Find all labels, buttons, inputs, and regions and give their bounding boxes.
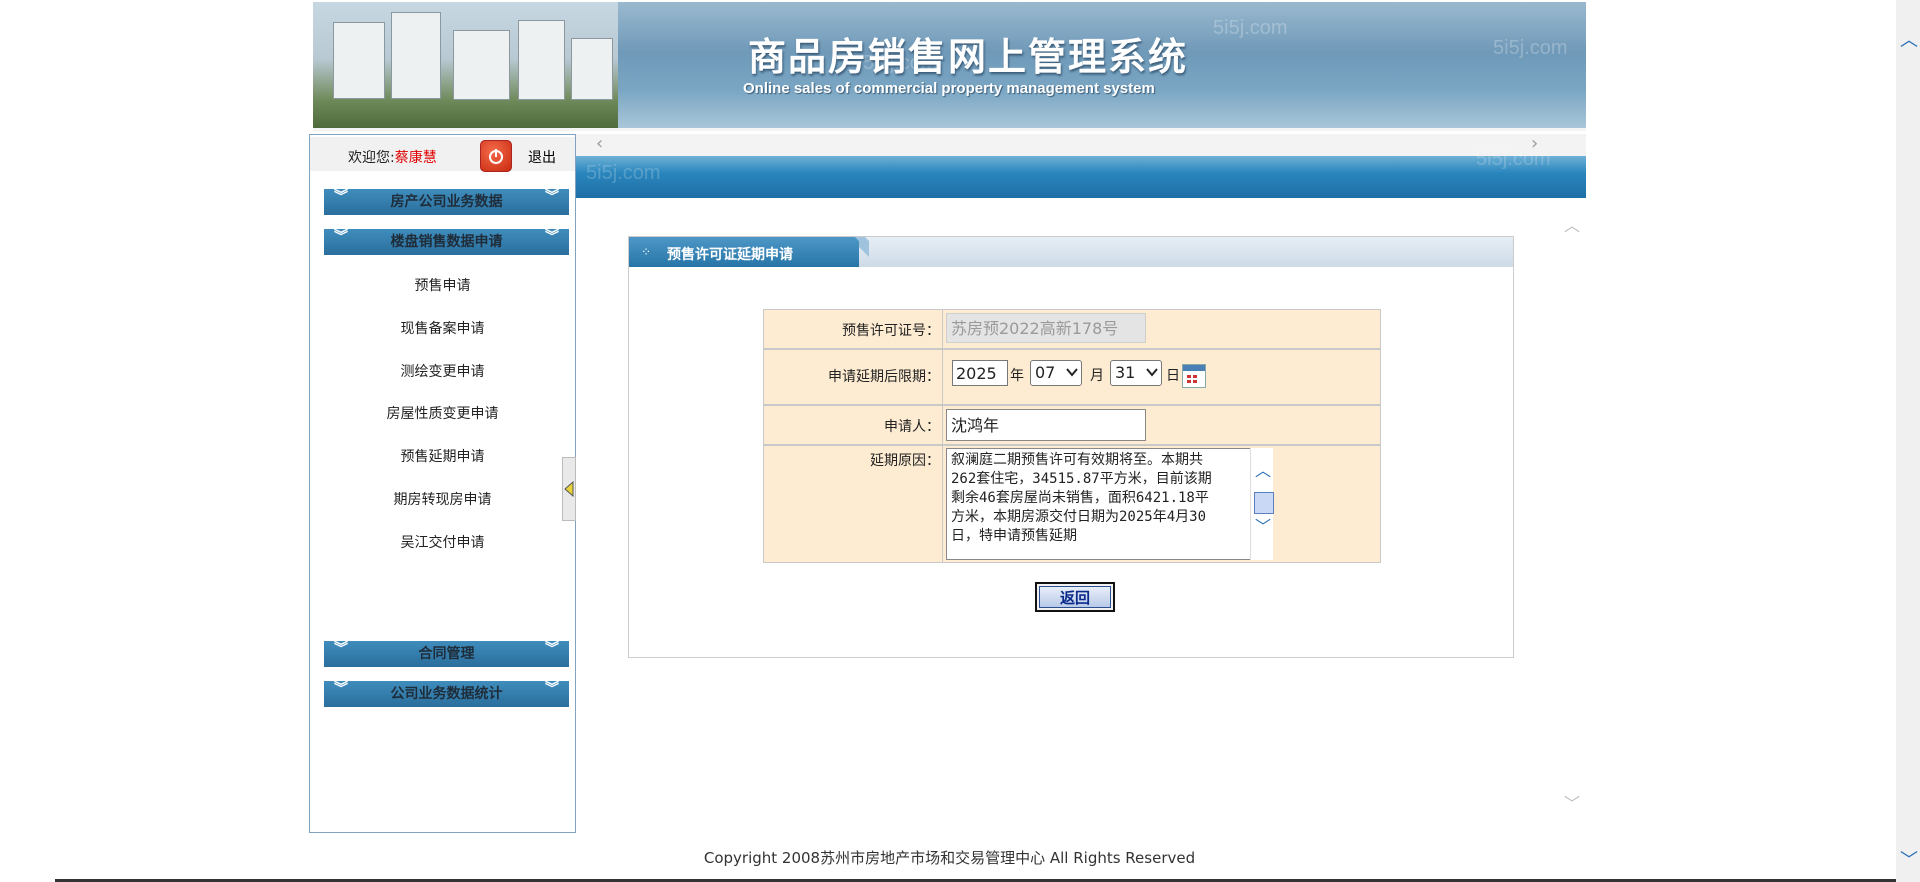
section-label: 楼盘销售数据申请 <box>390 234 503 250</box>
back-button-label: 返回 <box>1039 586 1111 608</box>
sidebar-collapse-handle[interactable] <box>562 457 576 521</box>
panel-header: ⁘ 预售许可证延期申请 <box>629 237 1513 267</box>
row-divider <box>942 310 943 348</box>
row-divider <box>942 406 943 444</box>
scroll-down-icon[interactable]: ﹀ <box>1900 846 1918 872</box>
collapse-arrow-icon <box>564 481 574 497</box>
scroll-up-icon[interactable]: ︿ <box>1900 26 1918 52</box>
user-name: 蔡康慧 <box>394 150 437 166</box>
menu-item-spot-sale[interactable]: 现售备案申请 <box>310 318 575 338</box>
section-label: 公司业务数据统计 <box>390 686 503 702</box>
month-unit: 月 <box>1090 368 1104 384</box>
menu-item-survey-change[interactable]: 测绘变更申请 <box>310 361 575 381</box>
system-title: 商品房销售网上管理系统 <box>748 34 1189 79</box>
row-divider <box>942 350 943 404</box>
calendar-header <box>1183 365 1205 371</box>
applicant-row: 申请人： 沈鸿年 <box>763 405 1381 445</box>
welcome-label: 欢迎您: <box>348 150 395 166</box>
reason-row: 延期原因： 叙澜庭二期预售许可有效期将至。本期共262套住宅，34515.87平… <box>763 445 1381 563</box>
year-unit: 年 <box>1010 368 1024 384</box>
reason-textarea[interactable]: 叙澜庭二期预售许可有效期将至。本期共262套住宅，34515.87平方米，目前该… <box>946 448 1252 560</box>
sidebar: 欢迎您:蔡康慧 退出 ︾ 房产公司业务数据 ︾ ︾ 楼盘销售数据申请 ︾ 预售申… <box>309 134 576 833</box>
menu-item-presale-extension[interactable]: 预售延期申请 <box>310 446 575 466</box>
permit-row: 预售许可证号： 苏房预2022高新178号 <box>763 309 1381 349</box>
deadline-row: 申请延期后限期： 2025 年 07 月 31 日 <box>763 349 1381 405</box>
scroll-up-icon[interactable]: ︿ <box>1564 212 1580 236</box>
calendar-cell <box>1187 380 1191 383</box>
day-unit: 日 <box>1166 368 1180 384</box>
applicant-label: 申请人： <box>884 419 940 435</box>
logout-link[interactable]: 退出 <box>528 147 556 167</box>
tab-bar: ‹ › <box>576 134 1586 157</box>
tab-scroll-left-icon[interactable]: ‹ <box>596 135 603 153</box>
footer-copyright: Copyright 2008苏州市房地产市场和交易管理中心 All Rights… <box>703 849 1196 867</box>
scroll-up-icon[interactable]: ︿ <box>1255 463 1271 479</box>
double-chevron-icon: ︾ <box>334 641 348 657</box>
watermark: 5i5j.com <box>586 162 661 184</box>
extension-application-panel: ⁘ 预售许可证延期申请 预售许可证号： 苏房预2022高新178号 申请延期后限… <box>628 236 1514 658</box>
main-area: ‹ › 5i5j.com 5i5j.com ⁘ 预售许可证延期申请 预售许可证号… <box>576 134 1586 831</box>
deadline-label: 申请延期后限期： <box>828 369 940 385</box>
double-chevron-icon: ︾ <box>545 229 559 245</box>
back-button[interactable]: 返回 <box>1035 582 1115 612</box>
scroll-thumb[interactable] <box>1254 492 1274 514</box>
year-input[interactable]: 2025 <box>952 360 1008 386</box>
calendar-cell <box>1187 375 1191 378</box>
double-chevron-icon: ︾ <box>334 229 348 245</box>
page-scrollbar[interactable]: ︿ ﹀ <box>1896 0 1920 882</box>
reason-label: 延期原因： <box>870 453 940 469</box>
section-label: 房产公司业务数据 <box>390 194 503 210</box>
menu-item-wujiang-delivery[interactable]: 吴江交付申请 <box>310 532 575 552</box>
permit-label: 预售许可证号： <box>842 323 940 339</box>
panel-title: 预售许可证延期申请 <box>667 247 793 263</box>
month-select[interactable]: 07 <box>1030 360 1082 386</box>
welcome-text: 欢迎您:蔡康慧 <box>348 147 437 167</box>
double-chevron-icon: ︾ <box>334 189 348 205</box>
watermark: 5i5j.com <box>1476 148 1551 170</box>
scroll-down-icon[interactable]: ﹀ <box>1255 519 1271 535</box>
row-divider <box>942 446 943 562</box>
menu-item-property-change[interactable]: 房屋性质变更申请 <box>310 403 575 423</box>
dots-icon: ⁘ <box>641 245 652 259</box>
system-subtitle: Online sales of commercial property mana… <box>743 80 1155 97</box>
section-sales-application[interactable]: ︾ 楼盘销售数据申请 ︾ <box>324 229 569 255</box>
calendar-cell <box>1193 380 1197 383</box>
power-icon[interactable] <box>480 140 512 172</box>
section-statistics[interactable]: ︾ 公司业务数据统计 ︾ <box>324 681 569 707</box>
double-chevron-icon: ︾ <box>545 189 559 205</box>
header-banner: 5i5j.com 5i5j.com 5i5j.com 商品房销售网上管理系统 O… <box>313 2 1586 131</box>
double-chevron-icon: ︾ <box>545 681 559 697</box>
day-value: 31 <box>1115 363 1136 382</box>
scroll-down-icon[interactable]: ﹀ <box>1564 790 1580 814</box>
content-scrollbar[interactable]: ︿ ﹀ <box>1562 212 1582 822</box>
section-contract-management[interactable]: ︾ 合同管理 ︾ <box>324 641 569 667</box>
menu-item-forward-to-spot[interactable]: 期房转现房申请 <box>310 489 575 509</box>
chevron-down-icon <box>1066 368 1078 377</box>
calendar-cell <box>1193 375 1197 378</box>
calendar-icon[interactable] <box>1182 364 1206 388</box>
blue-title-bar: 5i5j.com 5i5j.com <box>576 148 1586 198</box>
applicant-input[interactable]: 沈鸿年 <box>946 409 1146 441</box>
watermark: 5i5j.com <box>1493 37 1568 59</box>
double-chevron-icon: ︾ <box>545 641 559 657</box>
reason-scrollbar[interactable]: ︿ ﹀ <box>1250 448 1274 560</box>
menu-item-presale[interactable]: 预售申请 <box>310 275 575 295</box>
building-image <box>313 2 618 128</box>
section-company-data[interactable]: ︾ 房产公司业务数据 ︾ <box>324 189 569 215</box>
watermark: 5i5j.com <box>1213 17 1288 39</box>
double-chevron-icon: ︾ <box>334 681 348 697</box>
permit-number-field: 苏房预2022高新178号 <box>946 313 1146 343</box>
section-label: 合同管理 <box>418 646 475 662</box>
chevron-down-icon <box>1146 368 1158 377</box>
welcome-bar: 欢迎您:蔡康慧 退出 <box>310 137 575 172</box>
day-select[interactable]: 31 <box>1110 360 1162 386</box>
month-value: 07 <box>1035 363 1056 382</box>
page-wrapper: 5i5j.com 5i5j.com 5i5j.com 商品房销售网上管理系统 O… <box>309 2 1586 882</box>
